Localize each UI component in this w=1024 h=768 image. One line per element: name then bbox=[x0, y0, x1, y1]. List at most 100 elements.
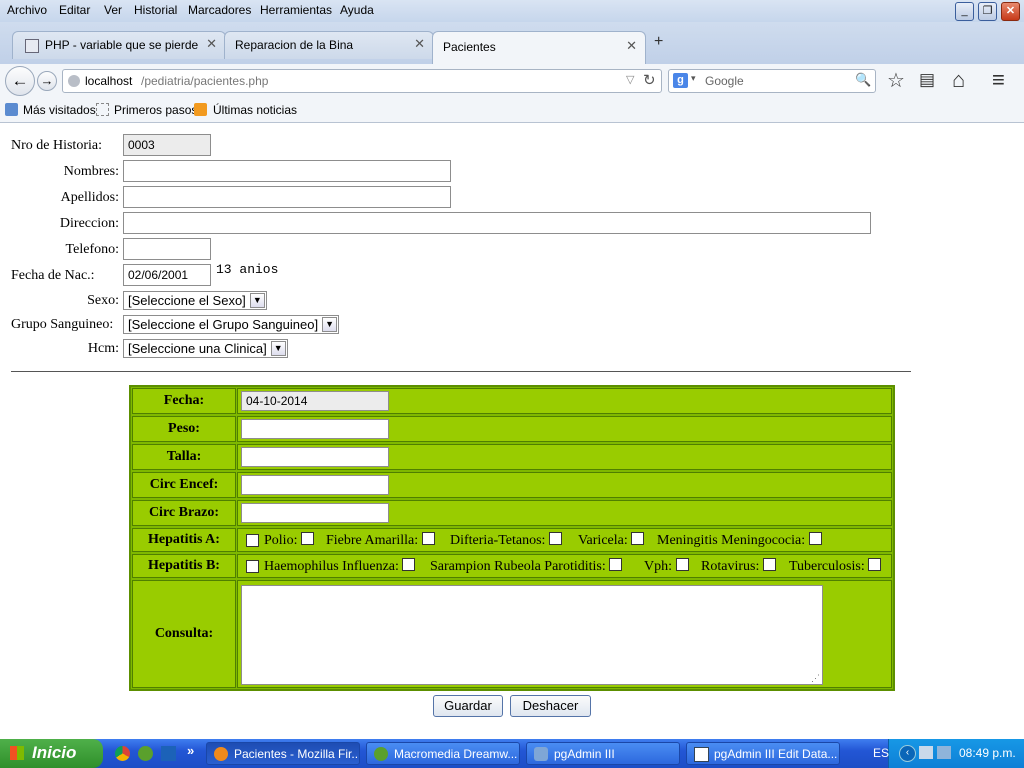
eclipse-icon[interactable] bbox=[161, 746, 176, 761]
task-label: Pacientes - Mozilla Fir... bbox=[234, 747, 360, 761]
menu-archivo[interactable]: Archivo bbox=[7, 3, 47, 17]
language-indicator[interactable]: ES bbox=[873, 746, 889, 760]
chrome-icon[interactable] bbox=[115, 746, 130, 761]
deshacer-button[interactable]: Deshacer bbox=[510, 695, 591, 717]
tab-pacientes[interactable]: Pacientes ✕ bbox=[432, 31, 646, 64]
start-label: Inicio bbox=[32, 743, 77, 762]
menu-marcadores[interactable]: Marcadores bbox=[188, 3, 251, 17]
google-icon[interactable]: g bbox=[673, 73, 688, 88]
nro-historia-field[interactable]: 0003 bbox=[123, 134, 211, 156]
reload-icon[interactable]: ↻ bbox=[643, 71, 656, 89]
task-dreamweaver[interactable]: Macromedia Dreamw... bbox=[366, 742, 520, 765]
url-dropdown-icon[interactable]: ▽ bbox=[626, 73, 634, 86]
close-window-button[interactable]: ✕ bbox=[1001, 2, 1020, 21]
tab-close-icon[interactable]: ✕ bbox=[206, 36, 217, 52]
restore-button[interactable]: ❐ bbox=[978, 2, 997, 21]
forward-button[interactable]: → bbox=[37, 71, 57, 91]
monitor-icon[interactable] bbox=[937, 746, 951, 759]
chevron-down-icon: ▼ bbox=[322, 317, 338, 332]
page-content: Nro de Historia: 0003 Nombres: Apellidos… bbox=[0, 123, 1024, 739]
hepatitis-b-label: Hepatitis B: bbox=[132, 554, 236, 578]
varicela-checkbox[interactable] bbox=[631, 532, 645, 545]
overflow-chevron-icon[interactable]: » bbox=[187, 743, 194, 758]
windows-logo-icon bbox=[10, 746, 24, 760]
task-pgadmin-edit[interactable]: pgAdmin III Edit Data... bbox=[686, 742, 840, 765]
meningitis-label: Meningitis Meningococia: bbox=[657, 533, 806, 548]
bookmark-mas-visitados[interactable]: Más visitados bbox=[23, 103, 96, 117]
vph-checkbox[interactable] bbox=[675, 558, 689, 571]
new-tab-button[interactable]: + bbox=[654, 33, 663, 51]
dreamweaver-icon[interactable] bbox=[138, 746, 153, 761]
circ-encef-field[interactable] bbox=[241, 475, 389, 495]
peso-label: Peso: bbox=[132, 416, 236, 442]
nombres-field[interactable] bbox=[123, 160, 451, 182]
start-button[interactable]: Inicio bbox=[0, 739, 103, 768]
bookmark-primeros-pasos[interactable]: Primeros pasos bbox=[114, 103, 197, 117]
peso-cell bbox=[237, 416, 892, 442]
tab-close-icon[interactable]: ✕ bbox=[626, 38, 637, 54]
talla-field[interactable] bbox=[241, 447, 389, 467]
task-label: pgAdmin III bbox=[554, 747, 615, 761]
url-host: localhost bbox=[85, 74, 133, 88]
back-button[interactable]: ← bbox=[5, 66, 35, 96]
menu-ayuda[interactable]: Ayuda bbox=[340, 3, 374, 17]
menu-herramientas[interactable]: Herramientas bbox=[260, 3, 332, 17]
haemophilus-checkbox[interactable] bbox=[402, 558, 416, 571]
circ-encef-label: Circ Encef: bbox=[132, 472, 236, 498]
menu-icon[interactable]: ≡ bbox=[992, 67, 1005, 93]
tray-expand-icon[interactable]: ‹ bbox=[899, 745, 916, 762]
task-pgadmin[interactable]: pgAdmin III bbox=[526, 742, 680, 765]
tab-label: Reparacion de la Bina bbox=[235, 38, 354, 52]
guardar-button[interactable]: Guardar bbox=[433, 695, 503, 717]
hepatitis-a-checkbox[interactable] bbox=[246, 534, 259, 547]
fecha-label: Fecha: bbox=[132, 388, 236, 414]
peso-field[interactable] bbox=[241, 419, 389, 439]
polio-checkbox[interactable] bbox=[300, 532, 314, 545]
haemophilus-item: Haemophilus Influenza: bbox=[264, 558, 421, 575]
apellidos-field[interactable] bbox=[123, 186, 451, 208]
tab-reparacion[interactable]: Reparacion de la Bina ✕ bbox=[224, 31, 434, 59]
telefono-field[interactable] bbox=[123, 238, 211, 260]
fecha-cell: 04-10-2014 bbox=[237, 388, 892, 414]
home-icon[interactable]: ⌂ bbox=[952, 67, 965, 93]
nombres-label: Nombres: bbox=[63, 164, 119, 179]
sarampion-label: Sarampion Rubeola Parotiditis: bbox=[430, 559, 606, 574]
sarampion-checkbox[interactable] bbox=[609, 558, 623, 571]
rotavirus-checkbox[interactable] bbox=[762, 558, 776, 571]
tab-close-icon[interactable]: ✕ bbox=[414, 36, 425, 52]
grupo-sanguineo-value: [Seleccione el Grupo Sanguineo] bbox=[128, 317, 319, 332]
grupo-sanguineo-select[interactable]: [Seleccione el Grupo Sanguineo] ▼ bbox=[123, 315, 340, 334]
hepatitis-b-checkbox[interactable] bbox=[246, 560, 259, 573]
talla-cell bbox=[237, 444, 892, 470]
bookmark-ultimas-noticias[interactable]: Últimas noticias bbox=[213, 103, 297, 117]
resize-grip-icon[interactable]: ⋰ bbox=[811, 673, 820, 684]
rotavirus-label: Rotavirus: bbox=[701, 559, 760, 574]
circ-brazo-field[interactable] bbox=[241, 503, 389, 523]
hcm-select[interactable]: [Seleccione una Clinica] ▼ bbox=[123, 339, 288, 358]
meningitis-checkbox[interactable] bbox=[808, 532, 822, 545]
fecha-nac-field[interactable]: 02/06/2001 bbox=[123, 264, 211, 286]
fiebre-amarilla-checkbox[interactable] bbox=[421, 532, 435, 545]
tab-php-variable[interactable]: PHP - variable que se pierde ✕ bbox=[12, 31, 226, 59]
bookmark-star-icon[interactable]: ☆ bbox=[887, 68, 905, 93]
tuberculosis-checkbox[interactable] bbox=[868, 558, 882, 571]
consulta-textarea[interactable] bbox=[241, 585, 823, 685]
circ-brazo-cell bbox=[237, 500, 892, 526]
task-firefox[interactable]: Pacientes - Mozilla Fir... bbox=[206, 742, 360, 765]
tab-bar: PHP - variable que se pierde ✕ Reparacio… bbox=[0, 22, 1024, 64]
fecha-field[interactable]: 04-10-2014 bbox=[241, 391, 389, 411]
search-icon[interactable]: 🔍 bbox=[855, 72, 871, 88]
menu-editar[interactable]: Editar bbox=[59, 3, 90, 17]
sexo-value: [Seleccione el Sexo] bbox=[128, 293, 246, 308]
sexo-select[interactable]: [Seleccione el Sexo] ▼ bbox=[123, 291, 267, 310]
minimize-button[interactable]: _ bbox=[955, 2, 974, 21]
direccion-field[interactable] bbox=[123, 212, 871, 234]
difteria-tetanos-label: Difteria-Tetanos: bbox=[450, 533, 546, 548]
reading-list-icon[interactable]: ▤ bbox=[919, 70, 935, 90]
search-bar[interactable]: g ▾ Google 🔍 bbox=[668, 69, 876, 93]
menu-ver[interactable]: Ver bbox=[104, 3, 122, 17]
network-icon[interactable] bbox=[919, 746, 933, 759]
url-bar[interactable]: localhost /pediatria/pacientes.php ▽ ↻ bbox=[62, 69, 662, 93]
menu-historial[interactable]: Historial bbox=[134, 3, 177, 17]
difteria-tetanos-checkbox[interactable] bbox=[548, 532, 562, 545]
